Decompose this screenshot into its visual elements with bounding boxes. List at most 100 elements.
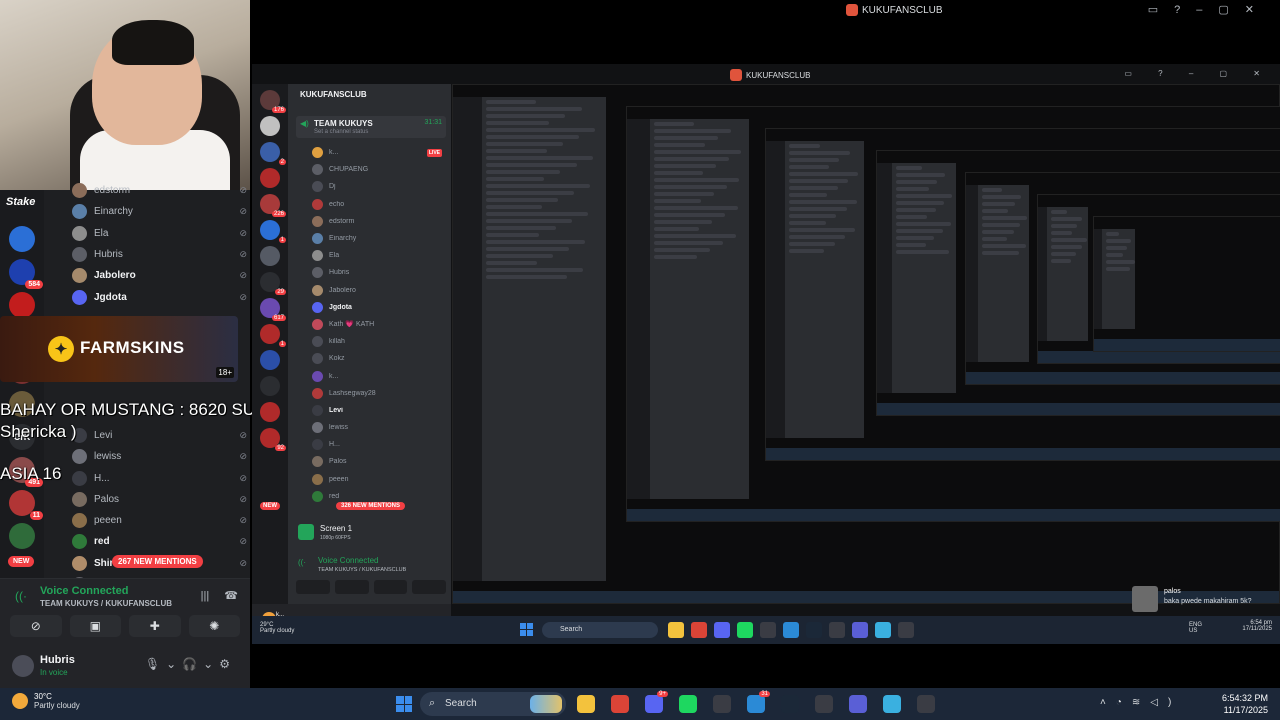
terminal-app-button[interactable] (914, 692, 938, 716)
nested-clock[interactable]: 6:54 pm 17/11/2025 (1242, 620, 1272, 632)
nested-language[interactable]: ENG US (1189, 622, 1202, 634)
voice-member[interactable]: k... (312, 367, 442, 384)
server-icon[interactable] (260, 116, 280, 136)
help-icon[interactable]: ? (1174, 4, 1196, 16)
server-icon[interactable]: 2 (260, 142, 286, 165)
server-icon[interactable] (260, 350, 280, 370)
spotify-app-button[interactable] (676, 692, 700, 716)
server-icon[interactable]: 226 (260, 194, 286, 217)
server-icon[interactable]: 1 (260, 324, 286, 347)
share-screen-button[interactable]: ▣ (69, 615, 121, 637)
new-mentions-button[interactable]: 326 NEW MENTIONS (336, 502, 406, 510)
new-badge[interactable]: NEW (8, 556, 35, 567)
server-icon[interactable] (260, 402, 280, 422)
chevron-down-icon[interactable]: ⌄ (166, 657, 182, 671)
voice-member[interactable]: edstorm ⊘ (72, 180, 247, 201)
activities-button[interactable] (373, 580, 408, 594)
voice-member[interactable]: Dj (312, 178, 442, 195)
discord-app-button[interactable]: 9+ (642, 691, 668, 716)
voice-member[interactable]: Palos ⊘ (72, 489, 247, 510)
voice-member[interactable]: peeen (312, 471, 442, 488)
voice-member[interactable]: Palos (312, 453, 442, 470)
headphones-icon[interactable]: 🎧 (182, 657, 203, 671)
voice-member[interactable]: Einarchy (312, 230, 442, 247)
taskbar-clock[interactable]: 6:54:32 PM 11/17/2025 (1222, 692, 1268, 716)
yandex-icon[interactable] (760, 622, 776, 638)
avatar[interactable] (12, 655, 34, 677)
voice-member[interactable]: lewiss (312, 419, 442, 436)
server-icon[interactable] (9, 523, 35, 549)
voice-member[interactable]: H... (312, 436, 442, 453)
gear-icon[interactable]: ⚙ (219, 657, 236, 671)
voice-member[interactable]: Hubris (312, 264, 442, 281)
voice-member[interactable]: Jgdota ⊘ (72, 286, 247, 307)
camera-off-button[interactable]: ⊘ (10, 615, 62, 637)
soundboard-button[interactable] (412, 580, 446, 594)
server-icon[interactable]: 11 (9, 490, 43, 520)
server-icon[interactable] (260, 246, 280, 266)
voice-member[interactable]: killah (312, 333, 442, 350)
chrome-icon[interactable] (691, 622, 707, 638)
noise-suppression-icon[interactable]: ||| (201, 590, 210, 602)
server-icon[interactable]: 92 (260, 428, 286, 451)
mail-icon[interactable] (783, 622, 799, 638)
server-icon[interactable]: 29 (260, 272, 286, 295)
browser-icon[interactable] (852, 622, 868, 638)
new-mentions-button[interactable]: 267 NEW MENTIONS (112, 555, 203, 568)
voice-member[interactable]: Levi (312, 402, 442, 419)
taskbar-search[interactable]: ⌕ Search (420, 692, 566, 716)
chrome-app-button[interactable] (608, 692, 632, 716)
mail-app-button[interactable]: 31 (744, 691, 770, 716)
voice-member[interactable]: Jgdota (312, 299, 442, 316)
windows-start-icon[interactable] (396, 696, 412, 712)
windows-start-icon[interactable] (520, 623, 533, 636)
voice-member[interactable]: H... ⊘ (72, 467, 247, 488)
discord-icon[interactable] (714, 622, 730, 638)
weather-widget[interactable]: 30°C Partly cloudy (12, 692, 80, 710)
voice-member[interactable]: Jabolero (312, 282, 442, 299)
nested-weather[interactable]: 29°C Partly cloudy (260, 622, 294, 634)
voice-member[interactable]: Ela (312, 247, 442, 264)
server-icon[interactable] (9, 292, 35, 318)
server-name[interactable]: KUKUFANSCLUB (300, 90, 367, 99)
voice-member[interactable]: red ⊘ (72, 531, 247, 552)
notification-toast[interactable]: palos baka pwede makahiram 5k? (1132, 584, 1280, 616)
chevron-up-icon[interactable]: ˄ (1100, 697, 1116, 708)
nested-search-box[interactable]: Search (542, 622, 658, 638)
close-button[interactable]: ✕ (1245, 4, 1270, 16)
server-icon[interactable]: 1 (260, 220, 286, 243)
voice-member[interactable]: Hubris ⊘ (72, 244, 247, 265)
share-screen-button[interactable] (334, 580, 369, 594)
voice-channel[interactable]: TEAM KUKUYS / KUKUFANSCLUB (318, 567, 406, 573)
voice-member[interactable]: echo (312, 196, 442, 213)
camera-off-button[interactable] (296, 580, 330, 594)
notepad-app-button[interactable] (880, 692, 904, 716)
soundboard-button[interactable]: ✺ (188, 615, 240, 637)
browser-app-button[interactable] (846, 692, 870, 716)
steam-app-button[interactable] (778, 692, 802, 716)
steam-icon[interactable] (806, 622, 822, 638)
activities-button[interactable]: ✚ (129, 615, 181, 637)
voice-member[interactable]: Jabolero ⊘ (72, 265, 247, 286)
network-icon[interactable]: ◔ (1116, 697, 1132, 708)
spotify-icon[interactable] (737, 622, 753, 638)
server-icon[interactable] (260, 376, 280, 396)
voice-member[interactable]: Lashsegway28 (312, 385, 442, 402)
minimize-button[interactable]: – (1196, 4, 1218, 16)
voice-member[interactable]: Einarchy ⊘ (72, 201, 247, 222)
voice-member[interactable]: Ela ⊘ (72, 223, 247, 244)
server-icon[interactable] (9, 226, 35, 252)
voice-member[interactable]: Levi ⊘ (72, 425, 247, 446)
new-badge[interactable]: NEW (260, 502, 280, 510)
server-icon[interactable] (260, 168, 280, 188)
voice-member[interactable]: CHUPAENG (312, 161, 442, 178)
notepad-icon[interactable] (875, 622, 891, 638)
team-voice-channel[interactable]: ◀) TEAM KUKUYS 31:31 Set a channel statu… (296, 116, 446, 138)
yandex-app-button[interactable] (710, 692, 734, 716)
obs-app-button[interactable] (812, 692, 836, 716)
obs-icon[interactable] (829, 622, 845, 638)
server-icon[interactable]: 584 (9, 259, 43, 289)
terminal-icon[interactable] (898, 622, 914, 638)
voice-member[interactable]: peeen ⊘ (72, 510, 247, 531)
voice-member[interactable]: k... LIVE (312, 144, 442, 161)
